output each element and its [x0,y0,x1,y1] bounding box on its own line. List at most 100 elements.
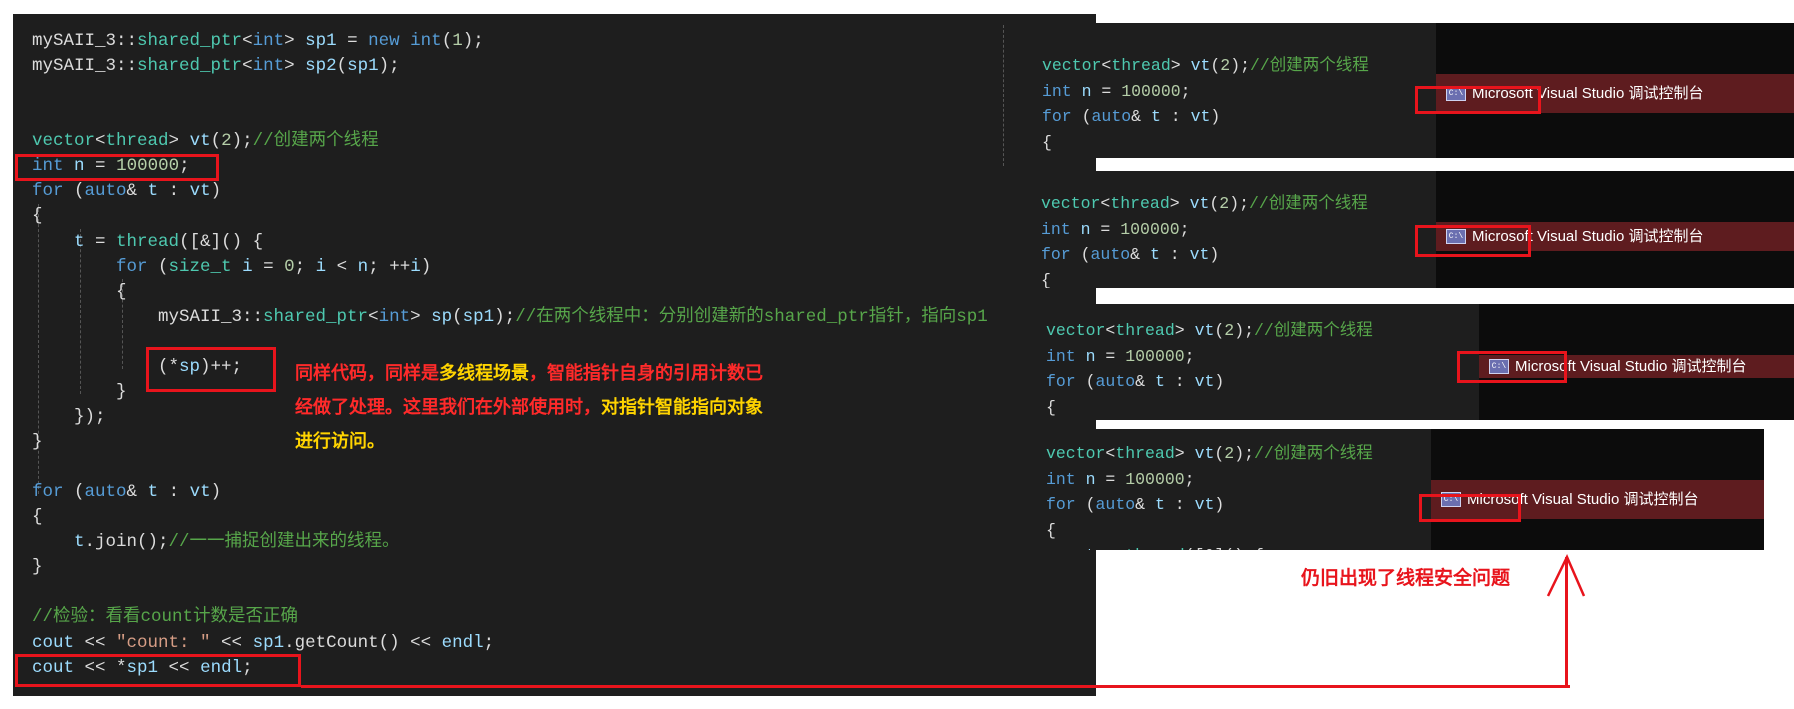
code-text: ); [1234,321,1254,340]
code-text: .join(); [84,532,169,553]
type-name: thread [1125,546,1184,550]
result-panel-1: vector<thread> vt(2);//创建两个线程 int n = 100… [1030,23,1437,158]
code-text: : [1160,107,1191,127]
code-text: ) [210,181,222,202]
identifier: vt [1189,194,1210,213]
comment: //创建两个线程 [1249,194,1368,213]
type-name: vector [1042,56,1102,75]
code-text: < [242,56,253,77]
code-text: & [1131,107,1151,127]
code-text: > [1170,56,1191,75]
code-text: < [1100,194,1111,213]
code-line: mySAII_3::shared_ptr<int> sp2(sp1); [32,54,1026,79]
type-name: thread [1115,444,1175,463]
code-text: & [1130,245,1150,265]
code-text: ; ++ [368,256,411,277]
code-text: : [1164,495,1195,515]
number-literal: 100000 [1125,469,1185,489]
keyword: auto [84,181,127,202]
code-text: ) [1214,372,1225,392]
code-line: t = thread([&]() { [1046,543,1431,550]
comment: //在两个线程中：分别创建新的shared_ptr指针，指向sp1 [515,306,988,327]
highlight-box-sp-increment [146,347,276,392]
code-text: > [284,56,306,77]
identifier: t [147,482,159,503]
connector-line-horizontal [301,685,1570,688]
comment: //检验：看看count计数是否正确 [32,607,299,628]
code-text: < [242,31,253,51]
code-text: { [1041,270,1051,288]
code-line: for (auto& t : vt) [1041,242,1436,268]
type-name: shared_ptr [137,56,243,77]
code-text: < [95,131,106,152]
code-line: int n = 100000; [1046,467,1431,493]
code-text: & [126,181,148,202]
code-text: mySAII_3:: [32,306,264,327]
annotation-text: 同样代码，同样是多线程场景，智能指针自身的引用计数已 经做了处理。这里我们在外部使… [295,356,763,458]
type-name: vector [32,131,96,152]
keyword: int [1046,346,1076,366]
console-window-4: C:\Microsoft Visual Studio 调试控制台 count: … [1431,429,1764,550]
code-text: ) [420,256,432,277]
identifier: vt [189,131,211,152]
code-text: ) [1214,495,1225,515]
code-text: .getCount() << [284,632,442,653]
code-line: { [32,204,1026,229]
code-line: for (auto& t : vt) [32,480,1026,505]
code-text: ) [1210,107,1221,127]
code-text: { [32,206,43,227]
code-line: vector<thread> vt(2);//创建两个线程 [1042,53,1437,79]
identifier: vt [189,482,211,503]
annotation-segment: 同样代码，同样是 [295,363,439,383]
highlight-box-result-1 [1415,86,1541,114]
code-text: < [368,306,379,327]
code-text: : [1164,372,1195,392]
code-line: { [1046,395,1476,420]
type-name: shared_ptr [137,31,243,51]
code-line: { [32,280,1026,305]
code-text: ( [1070,245,1091,265]
keyword: auto [1090,245,1131,265]
code-text: ); [231,131,253,152]
code-line: int n = 100000; [1041,217,1436,243]
code-text: ( [1071,107,1092,127]
code-line: //检验：看看count计数是否正确 [32,605,1026,630]
code-text: > [1174,321,1195,340]
keyword: new [368,31,400,51]
code-line: t.join();//一一捕捉创建出来的线程。 [32,530,1026,555]
code-line: t = thread([&]() { [32,230,1026,255]
code-text: = [1090,219,1121,239]
number-literal: 2 [1220,56,1231,75]
keyword: for [1046,495,1076,515]
code-line: cout << "count: " << sp1.getCount() << e… [32,631,1026,656]
number-literal: 100000 [1125,346,1185,366]
code-text: & [1135,495,1155,515]
identifier: t [1150,107,1161,127]
arrow-up-icon [1546,554,1586,597]
code-text: : [158,181,190,202]
code-line: vector<thread> vt(2);//创建两个线程 [1046,441,1431,467]
code-text: ; [483,632,495,653]
identifier: n [1085,469,1096,489]
annotation-line: 同样代码，同样是多线程场景，智能指针自身的引用计数已 [295,356,763,390]
type-name: size_t [168,256,232,277]
code-text: > [1169,194,1190,213]
result-panel-4: vector<thread> vt(2);//创建两个线程 int n = 100… [1030,429,1431,550]
code-line: int n = 100000; [1042,79,1437,105]
number-literal: 1 [452,31,463,51]
identifier: vt [1190,56,1211,75]
comment: //创建两个线程 [1254,321,1373,340]
highlight-box-cout-sp1 [15,654,301,687]
identifier: t [1086,546,1096,550]
code-text: } [32,557,43,578]
code-line: } [32,555,1026,580]
